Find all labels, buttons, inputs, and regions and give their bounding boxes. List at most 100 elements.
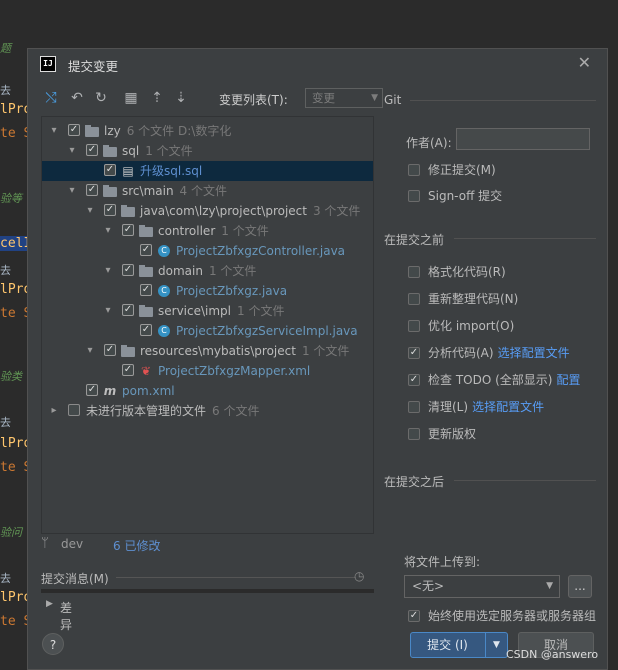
chevron-down-icon: ▼ [371, 93, 378, 103]
tree-item-label: service\impl [158, 304, 232, 318]
tree-row-unversioned[interactable]: ▸ 未进行版本管理的文件 6 个文件 [42, 401, 373, 421]
option-text: 检查 TODO (全部显示) 配置 [428, 371, 580, 389]
tree-checkbox[interactable]: ✓ [140, 284, 152, 296]
option-config-link[interactable]: 选择配置文件 [498, 346, 570, 360]
tree-checkbox[interactable]: ✓ [68, 124, 80, 136]
tree-item-label: controller [158, 224, 216, 238]
chevron-down-icon[interactable]: ▼ [486, 633, 507, 657]
close-icon[interactable]: ✕ [578, 53, 591, 72]
browse-servers-button[interactable]: ... [568, 575, 592, 598]
tree-checkbox[interactable]: ✓ [86, 384, 98, 396]
option-checkbox[interactable] [408, 320, 420, 332]
chevron-down-icon[interactable]: ▾ [102, 301, 114, 321]
upload-server-select[interactable]: <无> ▼ [404, 575, 560, 598]
tree-row-service-impl[interactable]: ▾ ✓ service\impl 1 个文件 [42, 301, 373, 321]
tree-checkbox[interactable]: ✓ [122, 224, 134, 236]
chevron-right-icon[interactable]: ▸ [48, 401, 60, 421]
chevron-down-icon[interactable]: ▾ [66, 181, 78, 201]
author-input[interactable] [456, 128, 590, 150]
option-checkbox[interactable] [408, 401, 420, 413]
editor-line: 去 [0, 572, 11, 585]
tree-item-label: src\main [122, 184, 174, 198]
expand-all-icon[interactable]: ⇡ [148, 88, 166, 108]
tree-row-text: ProjectZbfxgzMapper.xml [158, 361, 310, 381]
folder-icon [138, 263, 154, 279]
commit-options-panel: Git 作者(A): 修正提交(M) Sign-off 提交 在提交之前 格式化… [384, 87, 604, 627]
tree-checkbox[interactable]: ✓ [104, 344, 116, 356]
tree-row-domain-java[interactable]: ✓ C ProjectZbfxgz.java [42, 281, 373, 301]
option-label: 检查 TODO (全部显示) [428, 373, 553, 387]
sql-file-icon: ▤ [122, 164, 134, 178]
branch-name[interactable]: dev [61, 537, 83, 551]
tree-row-text: java\com\lzy\project\project 3 个文件 [140, 201, 360, 221]
tree-row-pom[interactable]: ✓ m pom.xml [42, 381, 373, 401]
option-checkbox[interactable]: ✓ [408, 374, 420, 386]
always-use-server-checkbox[interactable]: ✓ [408, 610, 420, 622]
tree-row-text: ProjectZbfxgzController.java [176, 241, 345, 261]
tree-row-controller-java[interactable]: ✓ C ProjectZbfxgzController.java [42, 241, 373, 261]
expand-collapse-icon[interactable]: ⤭ [42, 88, 60, 108]
history-icon[interactable]: ◷ [354, 569, 364, 583]
rollback-icon[interactable]: ↶ [68, 88, 86, 108]
chevron-down-icon[interactable]: ▾ [84, 341, 96, 361]
commit-button[interactable]: 提交 (I) ▼ [410, 632, 508, 658]
chevron-down-icon[interactable]: ▾ [102, 261, 114, 281]
tree-row-sql[interactable]: ▾ ✓ sql 1 个文件 [42, 141, 373, 161]
tree-checkbox[interactable]: ✓ [122, 364, 134, 376]
modified-count[interactable]: 6 已修改 [113, 537, 160, 554]
chevron-down-icon[interactable]: ▾ [66, 141, 78, 161]
help-button[interactable]: ? [42, 633, 64, 655]
editor-line: 验等 [0, 192, 22, 205]
group-by-icon[interactable]: ▦ [122, 88, 140, 108]
tree-checkbox[interactable]: ✓ [86, 184, 98, 196]
collapse-all-icon[interactable]: ⇣ [172, 88, 190, 108]
chevron-down-icon[interactable]: ▾ [102, 221, 114, 241]
tree-row-mapper-xml[interactable]: ✓ ❦ ProjectZbfxgzMapper.xml [42, 361, 373, 381]
tree-row-src-main[interactable]: ▾ ✓ src\main 4 个文件 [42, 181, 373, 201]
tree-row-upgrade-sql[interactable]: ✓ ▤ 升级sql.sql [42, 161, 373, 181]
option-checkbox[interactable] [408, 428, 420, 440]
changes-tree[interactable]: ▾ ✓ lzy 6 个文件 D:\数字化 ▾ ✓ sql 1 个文件 ✓ ▤ 升级sql.sql ▾ ✓… [41, 116, 374, 534]
option-text: 优化 import(O) [428, 317, 514, 335]
option-config-link[interactable]: 选择配置文件 [472, 400, 544, 414]
tree-row-service-java[interactable]: ✓ C ProjectZbfxgzServiceImpl.java [42, 321, 373, 341]
csdn-watermark: CSDN @answero [506, 648, 599, 661]
chevron-down-icon[interactable]: ▾ [84, 201, 96, 221]
commit-toolbar: ⤭ ↶ ↻ ▦ ⇡ ⇣ 变更列表(T): 变更 ▼ [42, 88, 383, 110]
tree-checkbox[interactable] [68, 404, 80, 416]
signoff-checkbox[interactable] [408, 190, 420, 202]
commit-message-input[interactable] [41, 589, 374, 593]
option-config-link[interactable]: 配置 [556, 373, 580, 387]
tree-row-java-pkg[interactable]: ▾ ✓ java\com\lzy\project\project 3 个文件 [42, 201, 373, 221]
tree-item-meta: 6 个文件 D:\数字化 [126, 124, 232, 138]
tree-item-label: ProjectZbfxgzController.java [176, 244, 346, 258]
tree-row-text: pom.xml [122, 381, 175, 401]
option-checkbox[interactable] [408, 293, 420, 305]
tree-checkbox[interactable]: ✓ [86, 144, 98, 156]
amend-commit-checkbox[interactable] [408, 164, 420, 176]
tree-checkbox[interactable]: ✓ [122, 304, 134, 316]
folder-icon [120, 343, 136, 359]
tree-checkbox[interactable]: ✓ [104, 204, 116, 216]
folder-icon [120, 203, 136, 219]
option-checkbox[interactable] [408, 266, 420, 278]
tree-row-text: domain 1 个文件 [158, 261, 256, 281]
option-label: 更新版权 [428, 427, 477, 441]
tree-row-resources[interactable]: ▾ ✓ resources\mybatis\project 1 个文件 [42, 341, 373, 361]
option-checkbox[interactable]: ✓ [408, 347, 420, 359]
chevron-down-icon: ▼ [546, 581, 553, 591]
changelist-select[interactable]: 变更 ▼ [305, 88, 383, 108]
tree-row-lzy[interactable]: ▾ ✓ lzy 6 个文件 D:\数字化 [42, 121, 373, 141]
tree-checkbox[interactable]: ✓ [122, 264, 134, 276]
tree-item-meta: 1 个文件 [237, 304, 285, 318]
chevron-down-icon[interactable]: ▾ [48, 121, 60, 141]
tree-checkbox[interactable]: ✓ [140, 324, 152, 336]
tree-row-domain[interactable]: ▾ ✓ domain 1 个文件 [42, 261, 373, 281]
refresh-icon[interactable]: ↻ [92, 88, 110, 108]
tree-checkbox[interactable]: ✓ [140, 244, 152, 256]
option-label: 格式化代码(R) [428, 265, 506, 279]
tree-item-meta: 3 个文件 [312, 204, 361, 218]
commit-message-divider [116, 577, 356, 578]
tree-row-controller[interactable]: ▾ ✓ controller 1 个文件 [42, 221, 373, 241]
tree-checkbox[interactable]: ✓ [104, 164, 116, 176]
